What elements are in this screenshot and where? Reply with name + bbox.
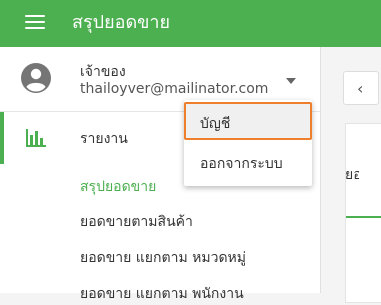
sidebar-item-label: รายงาน xyxy=(80,131,128,147)
menu-icon[interactable] xyxy=(25,15,45,31)
menu-item-account[interactable]: บัญชี xyxy=(184,102,312,140)
sidebar-subitem-sales-by-employee[interactable]: ยอดขาย แยกตาม พนักงาน xyxy=(80,283,244,305)
menu-item-logout[interactable]: ออกจากระบบ xyxy=(184,142,312,182)
sidebar-subitem-sales-summary[interactable]: สรุปยอดขาย xyxy=(80,176,156,198)
bar-chart-icon xyxy=(26,129,46,147)
active-indicator xyxy=(0,112,4,164)
account-role: เจ้าของ xyxy=(80,64,126,80)
menu-item-label: บัญชี xyxy=(200,116,231,132)
menu-item-label: ออกจากระบบ xyxy=(200,156,283,172)
account-dropdown-menu: บัญชี ออกจากระบบ xyxy=(184,100,312,186)
page-title: สรุปยอดขาย xyxy=(72,12,171,33)
back-button[interactable]: ‹ xyxy=(343,71,379,105)
tab-indicator xyxy=(346,216,381,218)
sidebar-subitem-sales-by-product[interactable]: ยอดขายตามสินค้า xyxy=(80,211,193,233)
report-card xyxy=(345,123,381,303)
chevron-left-icon: ‹ xyxy=(357,79,364,98)
main-content: ‹ ยอ xyxy=(321,47,381,303)
chevron-down-icon[interactable] xyxy=(286,78,296,84)
sidebar-subitem-sales-by-category[interactable]: ยอดขาย แยกตาม หมวดหมู่ xyxy=(80,247,246,269)
account-email: thailoyver@mailinator.com xyxy=(80,81,269,97)
account-circle-icon xyxy=(21,63,51,93)
app-bar: สรุปยอดขาย xyxy=(0,0,381,47)
card-label: ยอ xyxy=(345,167,359,183)
